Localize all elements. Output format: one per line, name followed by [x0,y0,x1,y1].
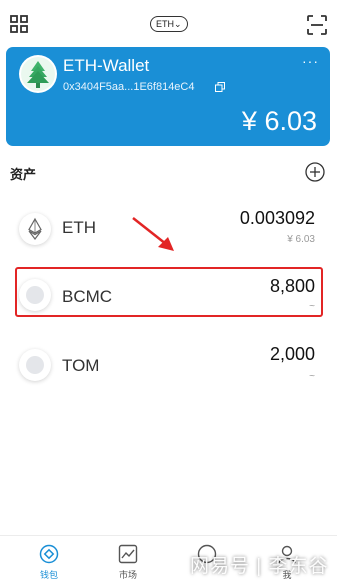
token-placeholder-icon [19,349,51,381]
chart-icon [118,544,138,564]
wallet-address: 0x3404F5aa...1E6f814eC4 [63,81,195,93]
asset-symbol: ETH [62,218,96,237]
nav-label: 钱包 [39,570,58,580]
asset-value: ~ [309,371,315,382]
assets-title: 资产 [10,167,37,182]
tree-logo-icon [21,57,55,91]
wallet-name: ETH-Wallet [63,56,150,75]
highlight-box [15,267,323,317]
network-selector[interactable]: ETH⌄ [150,16,188,32]
nav-item-market[interactable]: 市场 [98,536,158,586]
top-bar: ETH⌄ [0,0,337,46]
network-label: ETH [156,19,174,29]
wallet-logo [19,55,57,93]
asset-amount: 2,000 [269,344,315,364]
asset-amount: 0.003092 [239,208,315,228]
asset-value: ¥ 6.03 [287,234,315,245]
chevron-down-icon: ⌄ [174,19,182,29]
wallet-icon [39,544,59,564]
asset-symbol: TOM [62,356,100,375]
red-arrow-icon [132,217,174,251]
scan-icon[interactable] [307,15,327,35]
wallet-card[interactable]: ETH-Wallet ··· 0x3404F5aa...1E6f814eC4 ¥… [6,47,330,146]
nav-item-wallet[interactable]: 钱包 [19,536,79,586]
asset-row-tom[interactable]: TOM 2,000 ~ [0,333,337,393]
nav-label: 市场 [118,570,137,580]
add-asset-button[interactable] [305,162,325,182]
grid-menu-icon[interactable] [10,15,28,33]
wallet-balance: ¥ 6.03 [241,106,317,136]
more-icon[interactable]: ··· [302,54,319,68]
watermark: 网易号 | 李东谷 [190,556,329,577]
copy-icon[interactable] [215,82,225,92]
eth-icon [19,213,51,245]
